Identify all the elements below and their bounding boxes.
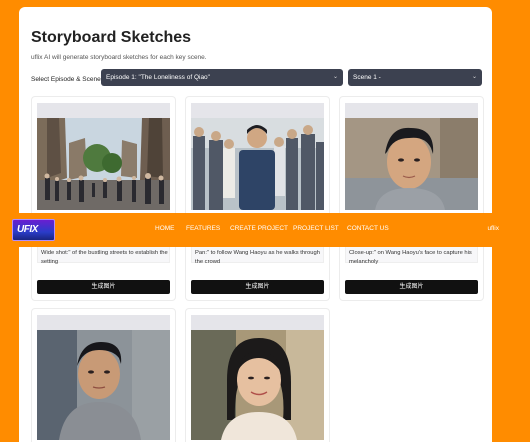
- storyboard-image: [191, 118, 324, 210]
- logo-text: UFIX: [17, 224, 38, 235]
- nav-contact-us[interactable]: CONTACT US: [347, 225, 389, 232]
- episode-select[interactable]: Episode 1: "The Loneliness of Qiao" ⌄: [101, 69, 343, 86]
- storyboard-card: [31, 308, 176, 442]
- top-navbar: UFIX HOME FEATURES CREATE PROJECT PROJEC…: [0, 213, 530, 247]
- image-header: [37, 315, 170, 330]
- select-label: Select Episode & Scene:: [31, 76, 103, 83]
- storyboard-card: Wide shot:" of the bustling streets to e…: [31, 96, 176, 301]
- scene-description: Close-up:" on Wang Haoyu's face to captu…: [349, 250, 472, 265]
- page-subtitle: uflix AI will generate storyboard sketch…: [31, 54, 207, 61]
- uflix-logo[interactable]: UFIX: [12, 219, 55, 241]
- generate-image-button[interactable]: 生成图片: [345, 280, 478, 294]
- scene-select[interactable]: Scene 1 - ⌄: [348, 69, 482, 86]
- image-header: [191, 103, 324, 118]
- storyboard-image: [345, 118, 478, 210]
- scene-select-value: Scene 1 -: [353, 74, 381, 81]
- storyboard-image: [37, 330, 170, 440]
- storyboard-image: [191, 330, 324, 440]
- image-header: [191, 315, 324, 330]
- image-header: [345, 103, 478, 118]
- scene-description: Pan:" to follow Wang Haoyu as he walks t…: [195, 250, 320, 265]
- storyboard-card: Pan:" to follow Wang Haoyu as he walks t…: [185, 96, 330, 301]
- storyboard-card: [185, 308, 330, 442]
- nav-create-project[interactable]: CREATE PROJECT: [230, 225, 288, 232]
- page-title: Storyboard Sketches: [31, 29, 192, 46]
- scene-description: Wide shot:" of the bustling streets to e…: [41, 250, 168, 265]
- nav-features[interactable]: FEATURES: [186, 225, 220, 232]
- generate-image-button[interactable]: 生成图片: [37, 280, 170, 294]
- nav-project-list[interactable]: PROJECT LIST: [293, 225, 339, 232]
- user-menu[interactable]: uflix: [487, 225, 499, 232]
- chevron-down-icon: ⌄: [332, 74, 338, 80]
- image-header: [37, 103, 170, 118]
- storyboard-image: [37, 118, 170, 210]
- chevron-down-icon: ⌄: [471, 74, 477, 80]
- generate-image-button[interactable]: 生成图片: [191, 280, 324, 294]
- nav-home[interactable]: HOME: [155, 225, 175, 232]
- episode-select-value: Episode 1: "The Loneliness of Qiao": [106, 74, 210, 81]
- storyboard-card: Close-up:" on Wang Haoyu's face to captu…: [339, 96, 484, 301]
